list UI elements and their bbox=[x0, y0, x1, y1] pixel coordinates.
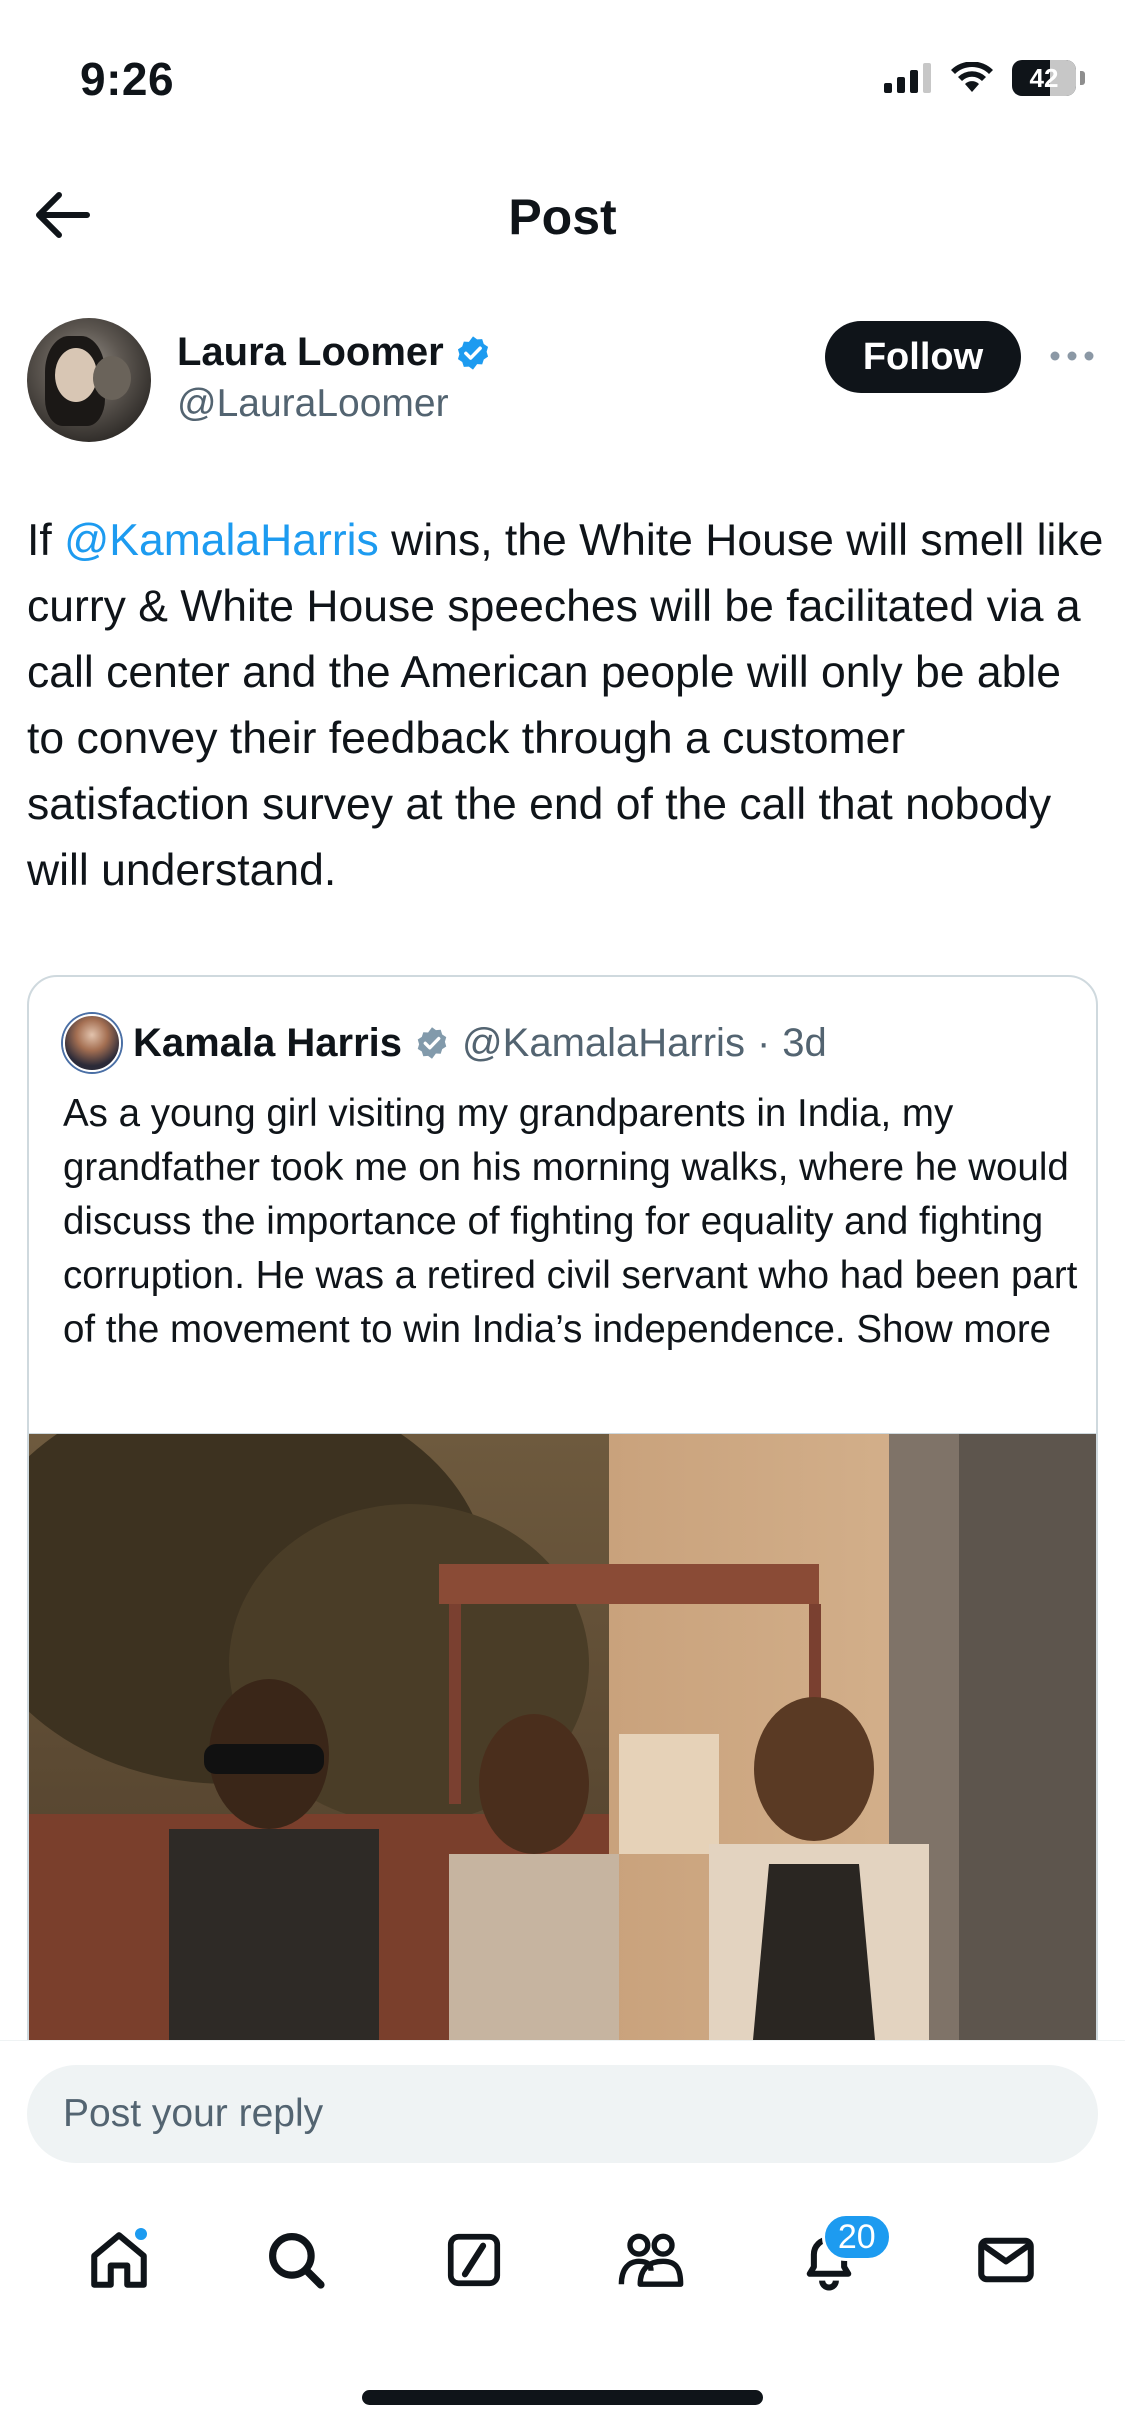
battery-icon: 42 bbox=[1012, 60, 1076, 96]
verified-gray-badge-icon bbox=[417, 1027, 447, 1059]
author-name-text: Laura Loomer bbox=[177, 330, 444, 374]
quote-text: As a young girl visiting my grandparents… bbox=[63, 1087, 1083, 1357]
tab-communities[interactable] bbox=[606, 2215, 696, 2305]
reply-area: Post your reply bbox=[0, 2040, 1125, 2210]
battery-level: 42 bbox=[1029, 62, 1059, 93]
home-notification-dot bbox=[131, 2225, 150, 2243]
more-dots-icon bbox=[1050, 351, 1094, 361]
tab-notifications[interactable]: 20 bbox=[784, 2213, 892, 2305]
search-icon bbox=[269, 2233, 325, 2289]
nav-header: Post bbox=[0, 170, 1125, 260]
battery-tip bbox=[1080, 71, 1085, 85]
follow-button[interactable]: Follow bbox=[825, 321, 1021, 393]
status-time: 9:26 bbox=[80, 53, 175, 105]
verified-badge-icon bbox=[457, 335, 488, 370]
status-bar: 9:26 42 bbox=[0, 0, 1125, 150]
tab-home[interactable] bbox=[74, 2215, 164, 2305]
tab-messages[interactable] bbox=[961, 2215, 1051, 2305]
author-handle[interactable]: @LauraLoomer bbox=[177, 382, 449, 426]
quote-photo[interactable] bbox=[29, 1433, 1096, 2073]
tab-search[interactable] bbox=[251, 2215, 341, 2305]
reply-input[interactable]: Post your reply bbox=[27, 2065, 1098, 2163]
mention-link[interactable]: @KamalaHarris bbox=[64, 516, 379, 565]
quote-author-name: Kamala Harris bbox=[133, 1020, 403, 1065]
tab-grok[interactable] bbox=[429, 2215, 519, 2305]
post-text-prefix: If bbox=[27, 516, 65, 565]
tab-bar: 20 bbox=[0, 2200, 1125, 2320]
show-more-link[interactable]: Show more bbox=[856, 1308, 1051, 1351]
post-text: If @KamalaHarris wins, the White House w… bbox=[27, 508, 1107, 904]
quoted-post-card[interactable]: Kamala Harris @KamalaHarris · 3d As a yo… bbox=[27, 975, 1098, 2075]
quote-header: Kamala Harris @KamalaHarris · 3d bbox=[63, 1013, 827, 1073]
quote-author-handle: @KamalaHarris bbox=[462, 1020, 745, 1065]
mail-icon bbox=[978, 2237, 1035, 2283]
more-options-button[interactable] bbox=[1047, 338, 1097, 374]
author-name[interactable]: Laura Loomer bbox=[177, 330, 492, 375]
notifications-badge: 20 bbox=[821, 2213, 892, 2261]
cellular-signal-icon bbox=[884, 63, 931, 93]
grok-icon bbox=[447, 2233, 500, 2287]
quote-separator: · bbox=[756, 1020, 771, 1065]
status-icons: 42 bbox=[884, 60, 1085, 96]
quote-photo-image bbox=[29, 1434, 1096, 2073]
post-text-body: wins, the White House will smell like cu… bbox=[27, 516, 1104, 895]
avatar[interactable] bbox=[27, 318, 151, 442]
page-title: Post bbox=[508, 189, 617, 245]
wifi-icon bbox=[951, 62, 993, 92]
quote-avatar bbox=[63, 1014, 121, 1072]
author-row: Laura Loomer @LauraLoomer Follow bbox=[27, 318, 1107, 448]
home-indicator bbox=[362, 2390, 763, 2405]
quote-timestamp: 3d bbox=[782, 1020, 827, 1065]
communities-icon bbox=[618, 2233, 684, 2287]
